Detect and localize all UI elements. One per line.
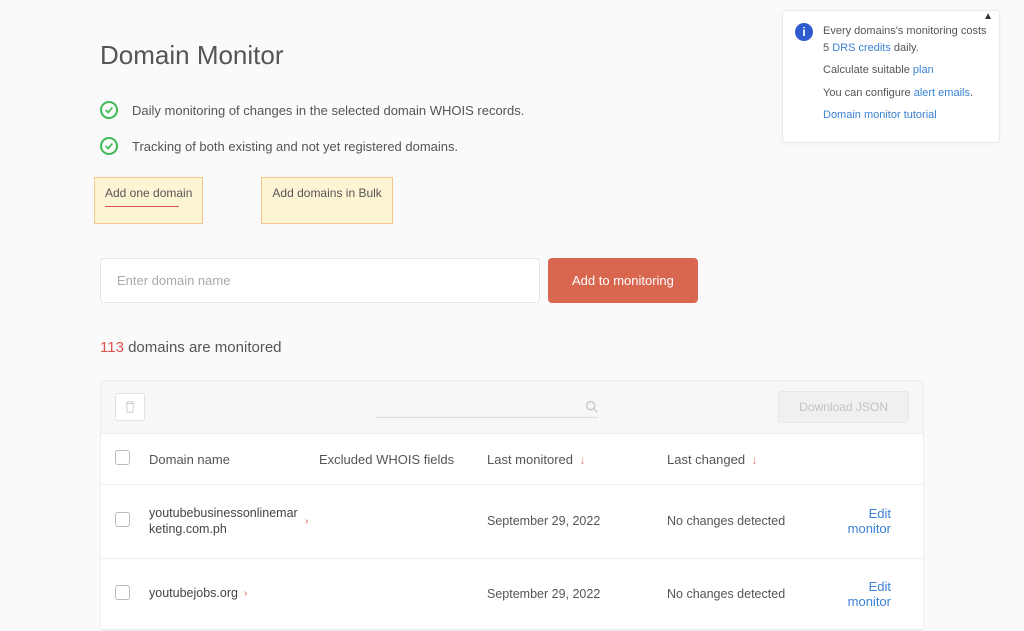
feature-text: Tracking of both existing and not yet re…	[132, 139, 458, 154]
drs-credits-link[interactable]: DRS credits	[832, 42, 891, 54]
check-circle-icon	[100, 101, 118, 119]
info-icon: i	[795, 23, 813, 41]
header-last-changed[interactable]: Last changed ↓	[667, 452, 837, 467]
chevron-right-icon: ›	[244, 588, 247, 599]
last-changed-cell: No changes detected	[667, 587, 837, 601]
add-to-monitoring-button[interactable]: Add to monitoring	[548, 258, 698, 303]
edit-monitor-link[interactable]: Edit monitor	[848, 579, 891, 609]
tab-label: Add one domain	[105, 186, 192, 200]
sort-down-icon: ↓	[579, 452, 586, 467]
plan-link[interactable]: plan	[913, 64, 934, 76]
info-text: Calculate suitable	[823, 64, 913, 76]
tab-add-domains-bulk[interactable]: Add domains in Bulk	[261, 177, 392, 224]
caret-up-icon[interactable]: ▲	[983, 9, 993, 24]
search-input[interactable]	[376, 396, 598, 418]
select-all-checkbox[interactable]	[115, 450, 130, 465]
tab-add-one-domain[interactable]: Add one domain	[94, 177, 203, 224]
feature-text: Daily monitoring of changes in the selec…	[132, 103, 524, 118]
table-row: youtubebusinessonlinemarketing.com.ph › …	[101, 485, 923, 559]
check-circle-icon	[100, 137, 118, 155]
info-text: You can configure	[823, 87, 914, 99]
last-monitored-cell: September 29, 2022	[487, 514, 667, 528]
delete-button[interactable]	[115, 393, 145, 421]
domain-name[interactable]: youtubebusinessonlinemarketing.com.ph	[149, 505, 299, 538]
edit-monitor-link[interactable]: Edit monitor	[848, 506, 891, 536]
alert-emails-link[interactable]: alert emails	[914, 87, 970, 99]
header-domain[interactable]: Domain name	[149, 452, 319, 467]
domain-name[interactable]: youtubejobs.org	[149, 585, 238, 601]
info-text: daily.	[891, 42, 919, 54]
table-header: Domain name Excluded WHOIS fields Last m…	[101, 434, 923, 485]
chevron-right-icon: ›	[305, 516, 308, 527]
info-panel: ▲ i Every domains's monitoring costs 5 D…	[782, 10, 1000, 143]
header-last-monitored[interactable]: Last monitored ↓	[487, 452, 667, 467]
download-json-button[interactable]: Download JSON	[778, 391, 909, 423]
last-monitored-cell: September 29, 2022	[487, 587, 667, 601]
monitored-count: 113 domains are monitored	[100, 339, 924, 356]
info-text: .	[970, 87, 973, 99]
header-excluded[interactable]: Excluded WHOIS fields	[319, 452, 487, 467]
tutorial-link[interactable]: Domain monitor tutorial	[823, 109, 937, 121]
row-checkbox[interactable]	[115, 512, 130, 527]
count-number: 113	[100, 339, 124, 356]
domain-input[interactable]	[100, 258, 540, 303]
last-changed-cell: No changes detected	[667, 514, 837, 528]
sort-down-icon: ↓	[751, 452, 758, 467]
count-suffix: domains are monitored	[124, 339, 282, 356]
search-icon	[585, 400, 598, 413]
tab-label: Add domains in Bulk	[272, 186, 381, 200]
row-checkbox[interactable]	[115, 585, 130, 600]
table-row: youtubejobs.org › September 29, 2022 No …	[101, 559, 923, 630]
trash-icon	[123, 400, 137, 414]
table-toolbar: Download JSON	[101, 381, 923, 434]
